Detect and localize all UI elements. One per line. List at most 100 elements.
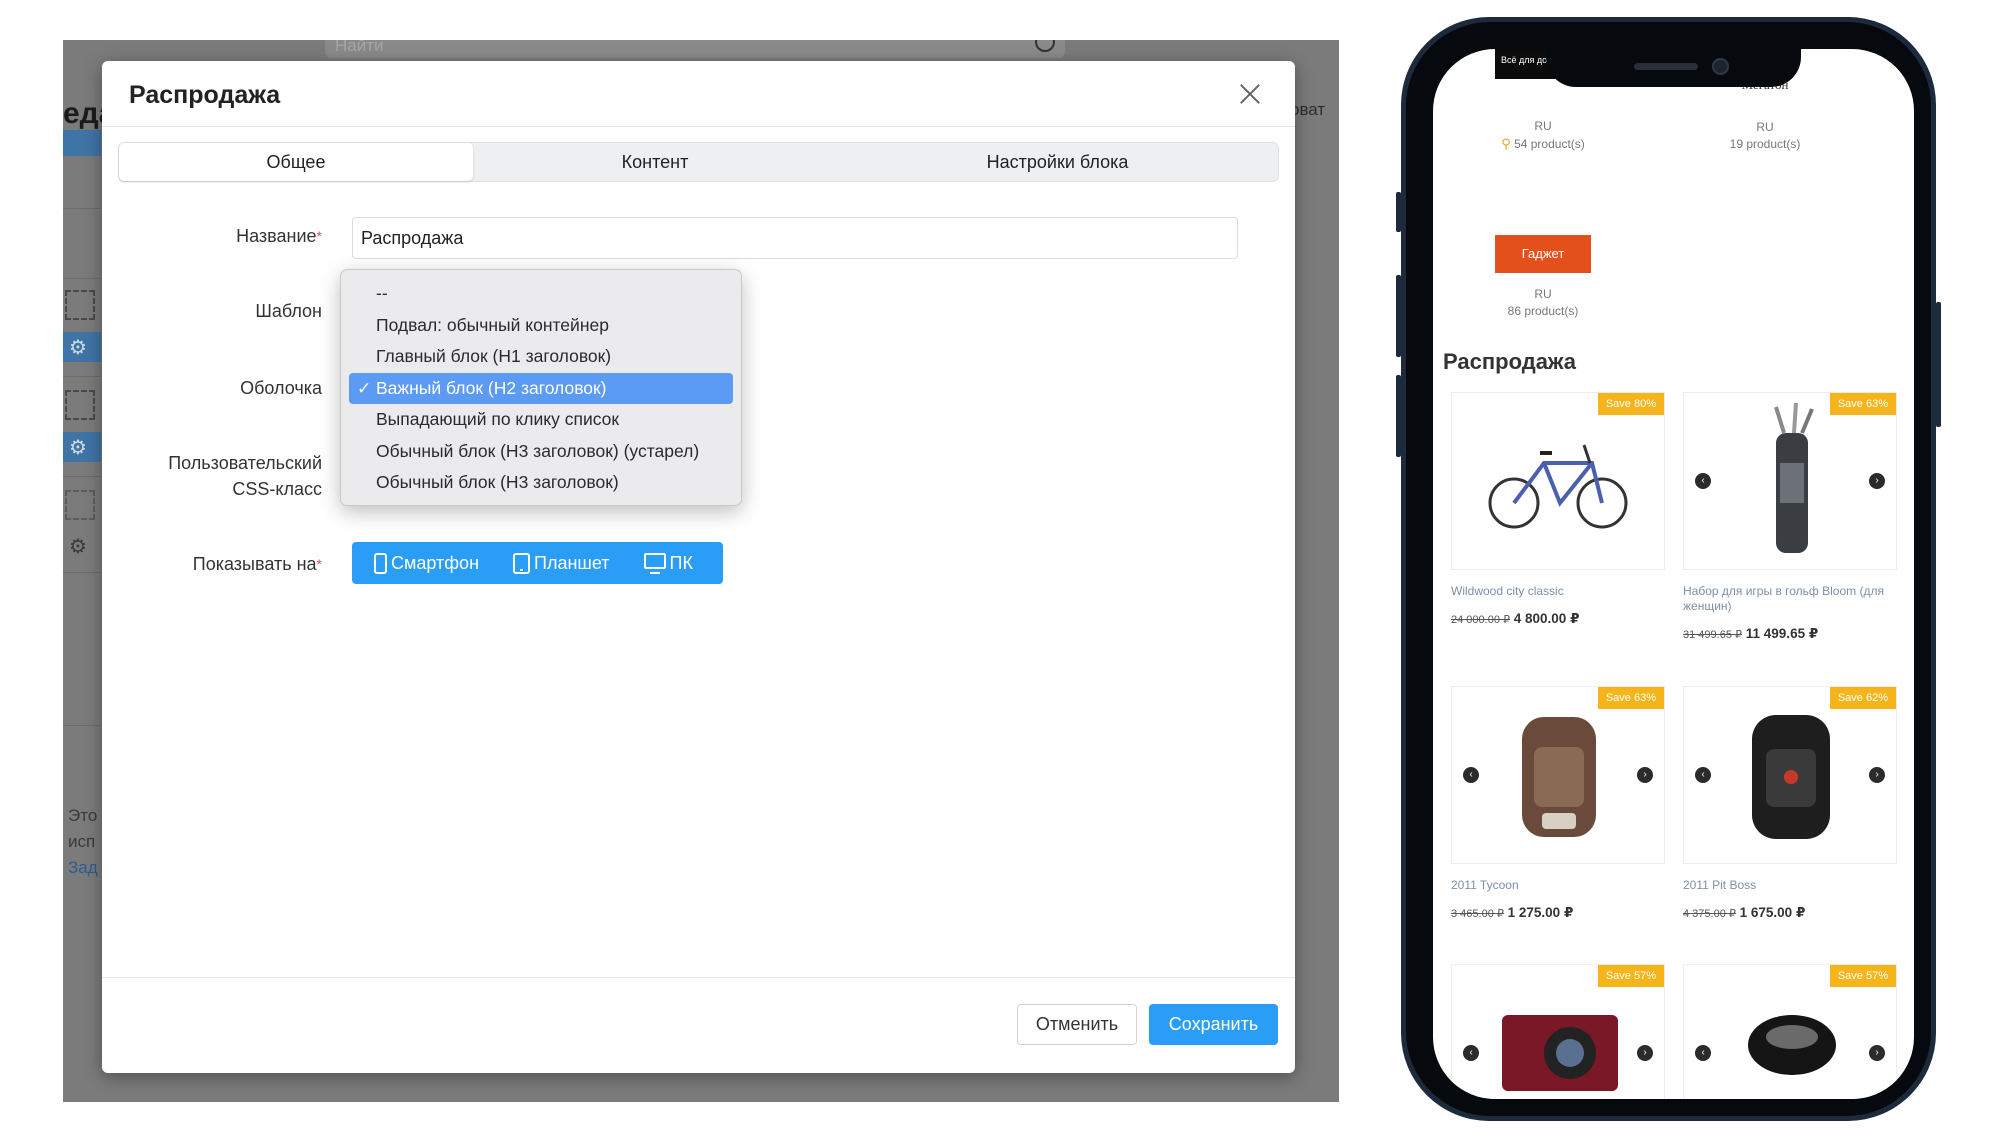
background-dashed-box bbox=[65, 390, 95, 420]
show-on-pc-label: ПК bbox=[669, 552, 693, 573]
background-search-placeholder: Найти bbox=[335, 40, 384, 55]
dropdown-option[interactable]: Главный блок (H1 заголовок) bbox=[349, 341, 733, 373]
phone-camera bbox=[1712, 58, 1729, 75]
phone-notch bbox=[1546, 49, 1801, 87]
product-image: Save 63% ‹ › bbox=[1683, 392, 1897, 570]
dropdown-option[interactable]: Обычный блок (H3 заголовок) bbox=[349, 467, 733, 499]
modal-title: Распродажа bbox=[129, 81, 281, 109]
tab-block-settings[interactable]: Настройки блока bbox=[837, 143, 1278, 181]
backpack-icon bbox=[1752, 715, 1830, 839]
product-old-price: 31 499.65 ₽ bbox=[1683, 629, 1742, 641]
save-button[interactable]: Сохранить bbox=[1149, 1004, 1278, 1045]
gear-icon: ⚙ bbox=[69, 437, 87, 459]
chevron-left-icon[interactable]: ‹ bbox=[1695, 1045, 1711, 1061]
desktop-icon bbox=[643, 553, 666, 574]
discount-badge: Save 57% bbox=[1829, 965, 1896, 987]
product-current-price: 4 800.00 ₽ bbox=[1513, 611, 1580, 626]
tab-content[interactable]: Контент bbox=[473, 143, 837, 181]
close-icon[interactable] bbox=[1235, 79, 1265, 109]
product-name[interactable]: 2011 Tycoon bbox=[1451, 878, 1665, 893]
chevron-left-icon[interactable]: ‹ bbox=[1695, 473, 1711, 489]
show-on-pc[interactable]: ПК bbox=[643, 552, 693, 574]
name-input[interactable] bbox=[352, 217, 1238, 259]
product-name[interactable]: Набор для игры в гольф Bloom (для женщин… bbox=[1683, 584, 1897, 614]
brand-count-text: 54 product(s) bbox=[1514, 137, 1585, 151]
brand-count: 86 product(s) bbox=[1507, 304, 1579, 318]
chevron-left-icon[interactable]: ‹ bbox=[1463, 767, 1479, 783]
dropdown-option-selected[interactable]: ✓ Важный блок (H2 заголовок) bbox=[349, 372, 733, 404]
background-divider bbox=[63, 208, 101, 209]
product-price: 31 499.65 ₽ 11 499.65 ₽ bbox=[1683, 626, 1897, 642]
discount-badge: Save 57% bbox=[1597, 965, 1664, 987]
brand-card[interactable]: Мегатон RU 19 product(s) bbox=[1655, 77, 1875, 151]
product-card[interactable]: Save 62% ‹ › 2011 Pit Boss 4 375.00 ₽ 1 … bbox=[1683, 686, 1897, 921]
background-divider bbox=[63, 278, 101, 279]
brand-count: 19 product(s) bbox=[1729, 137, 1801, 151]
gear-icon: ⚙ bbox=[69, 536, 87, 558]
product-image: Save 57% ‹ › bbox=[1451, 964, 1665, 1099]
product-price: 24 000.00 ₽ 4 800.00 ₽ bbox=[1451, 611, 1665, 627]
product-card[interactable]: Save 57% ‹ › bbox=[1683, 964, 1897, 1099]
chevron-right-icon[interactable]: › bbox=[1869, 767, 1885, 783]
tab-general[interactable]: Общее bbox=[119, 143, 473, 181]
phone-volume-down-button bbox=[1396, 375, 1401, 457]
name-label-text: Название bbox=[236, 226, 317, 246]
product-old-price: 24 000.00 ₽ bbox=[1451, 614, 1510, 626]
bicycle-icon bbox=[1488, 444, 1628, 529]
phone-power-button bbox=[1936, 302, 1941, 427]
product-name[interactable]: 2011 Pit Boss bbox=[1683, 878, 1897, 893]
discount-badge: Save 63% bbox=[1597, 687, 1664, 709]
chevron-left-icon[interactable]: ‹ bbox=[1695, 767, 1711, 783]
product-current-price: 11 499.65 ₽ bbox=[1745, 626, 1819, 641]
product-image: Save 63% ‹ › bbox=[1451, 686, 1665, 864]
checkmark-icon: ✓ bbox=[357, 378, 372, 398]
dropdown-option-selected-label: Важный блок (H2 заголовок) bbox=[376, 377, 607, 398]
background-divider bbox=[63, 572, 101, 573]
product-name[interactable]: Wildwood city classic bbox=[1451, 584, 1665, 599]
sale-section-title: Распродажа bbox=[1443, 349, 1577, 374]
chevron-left-icon[interactable]: ‹ bbox=[1463, 1045, 1479, 1061]
product-image: Save 62% ‹ › bbox=[1683, 686, 1897, 864]
smartphone-icon bbox=[374, 552, 387, 574]
product-current-price: 1 675.00 ₽ bbox=[1739, 905, 1806, 920]
dropdown-option[interactable]: Подвал: обычный контейнер bbox=[349, 310, 733, 342]
brand-lang: RU bbox=[1756, 120, 1774, 134]
chevron-right-icon[interactable]: › bbox=[1869, 1045, 1885, 1061]
golf-bag-icon bbox=[1774, 402, 1814, 553]
product-card[interactable]: Save 63% ‹ › Набор для игры в гольф Bloo… bbox=[1683, 392, 1897, 642]
chevron-right-icon[interactable]: › bbox=[1637, 767, 1653, 783]
tablet-icon bbox=[513, 552, 531, 574]
show-on-tablet[interactable]: Планшет bbox=[513, 552, 610, 574]
dropdown-option[interactable]: Обычный блок (H3 заголовок) (устарел) bbox=[349, 436, 733, 468]
css-class-label-line2: CSS-класс bbox=[232, 479, 322, 499]
brand-card[interactable]: Гаджет RU 86 product(s) bbox=[1433, 235, 1653, 318]
show-on-smartphone[interactable]: Смартфон bbox=[374, 552, 479, 574]
background-search-bar: Найти bbox=[325, 40, 1065, 58]
product-card[interactable]: Save 63% ‹ › 2011 Tycoon 3 465.00 ₽ 1 27… bbox=[1451, 686, 1665, 921]
modal-tabs: Общее Контент Настройки блока bbox=[118, 142, 1279, 182]
show-on-tablet-label: Планшет bbox=[534, 552, 610, 573]
dropdown-option[interactable]: Выпадающий по клику список bbox=[349, 404, 733, 436]
discount-badge: Save 63% bbox=[1829, 393, 1896, 415]
name-label: Название* bbox=[102, 223, 322, 249]
show-on-toggle-group: Смартфон Планшет ПК bbox=[352, 542, 723, 584]
product-card[interactable]: Save 57% ‹ › bbox=[1451, 964, 1665, 1099]
phone-frame: Всё для дома RU ⚲ 54 product(s) Мегатон … bbox=[1396, 17, 1941, 1121]
product-image: Save 57% ‹ › bbox=[1683, 964, 1897, 1099]
dropdown-option[interactable]: -- bbox=[349, 278, 733, 310]
background-link: Зад bbox=[68, 858, 98, 877]
header-divider bbox=[102, 126, 1295, 127]
phone-screen: Всё для дома RU ⚲ 54 product(s) Мегатон … bbox=[1433, 49, 1914, 1099]
chevron-right-icon[interactable]: › bbox=[1869, 473, 1885, 489]
chevron-right-icon[interactable]: › bbox=[1637, 1045, 1653, 1061]
background-divider bbox=[63, 476, 101, 477]
css-class-label-line1: Пользовательский bbox=[168, 453, 322, 473]
phone-volume-up-button bbox=[1396, 275, 1401, 357]
background-text-line: исп bbox=[68, 832, 96, 851]
background-toolbar-block: ⚙ bbox=[63, 432, 101, 462]
gear-icon: ⚙ bbox=[69, 337, 87, 359]
cancel-button[interactable]: Отменить bbox=[1017, 1004, 1137, 1045]
background-toolbar-block: ⚙ bbox=[63, 332, 101, 362]
phone-bezel: Всё для дома RU ⚲ 54 product(s) Мегатон … bbox=[1406, 22, 1931, 1116]
product-card[interactable]: Save 80% Wildwood city classic 24 000.00… bbox=[1451, 392, 1665, 627]
